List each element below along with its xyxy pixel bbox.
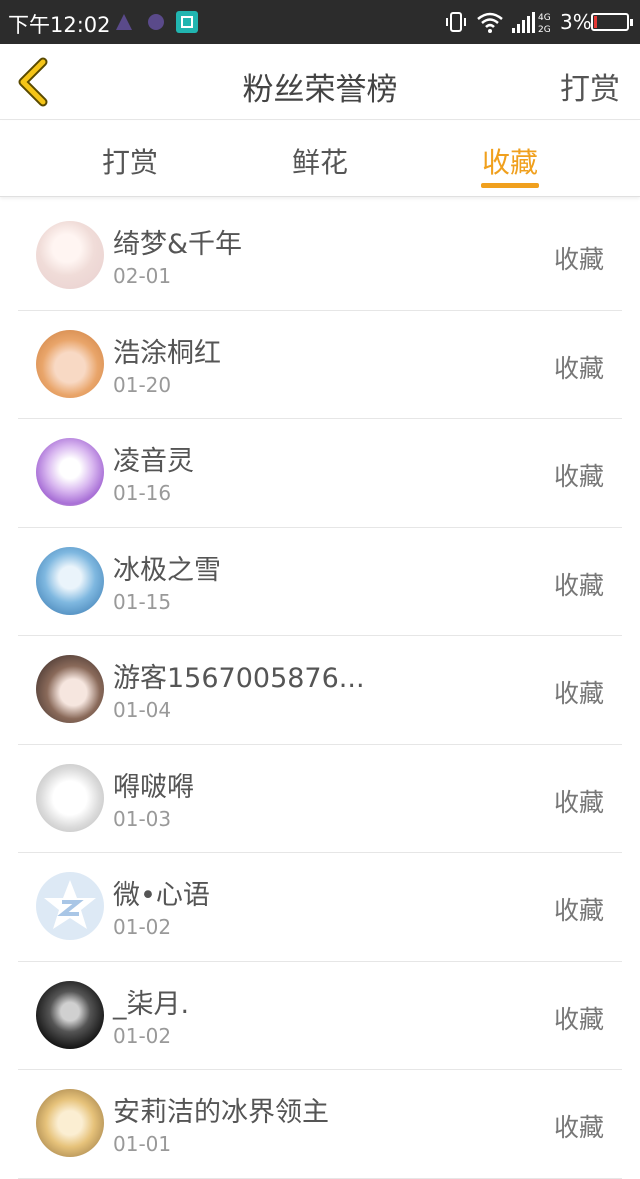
list-item[interactable]: 安莉洁的冰界领主 01-01 收藏 <box>18 1070 622 1179</box>
status-bar: 下午12:02 4G 2G 3% <box>0 0 640 44</box>
network-label: 4G <box>538 13 551 23</box>
fan-name: 游客1567005876... <box>113 663 365 694</box>
fan-name: 绮梦&千年 <box>113 229 243 260</box>
avatar <box>36 1089 104 1157</box>
avatar <box>36 980 104 1049</box>
fan-action: 收藏 <box>553 679 604 708</box>
tab-bar: 打赏 鲜花 收藏 <box>0 121 640 197</box>
fan-date: 01-01 <box>113 1132 172 1156</box>
list-item[interactable]: 凌音灵 01-16 收藏 <box>18 419 622 528</box>
fan-action: 收藏 <box>553 462 604 491</box>
fan-name: 嘚啵嘚 <box>113 771 194 803</box>
fan-name: 冰极之雪 <box>113 554 221 586</box>
fan-action: 收藏 <box>553 787 604 817</box>
fan-date: 01-04 <box>113 698 172 722</box>
fan-action: 收藏 <box>553 1113 604 1142</box>
fan-date: 01-03 <box>113 806 172 831</box>
screenshot-icon <box>176 11 198 33</box>
tab-favorites[interactable]: 收藏 <box>450 141 570 181</box>
active-tab-indicator <box>481 183 539 188</box>
app-icon <box>148 14 164 30</box>
fan-action: 收藏 <box>553 1004 604 1034</box>
fan-name: 凌音灵 <box>113 446 194 477</box>
wifi-icon <box>477 12 503 33</box>
fan-action: 收藏 <box>553 353 604 383</box>
avatar <box>36 763 104 832</box>
status-time: 下午12:02 <box>8 13 111 37</box>
avatar <box>36 329 104 398</box>
fan-name: 微•心语 <box>113 880 210 911</box>
battery-percent: 3% <box>560 10 592 34</box>
signal-icon: 4G 2G <box>512 12 551 34</box>
avatar <box>36 655 104 723</box>
fan-date: 01-15 <box>113 589 172 614</box>
fan-name: _柒月. <box>113 988 190 1020</box>
fan-date: 01-02 <box>113 915 172 939</box>
reward-button[interactable]: 打赏 <box>560 64 620 108</box>
avatar <box>36 546 104 615</box>
vibrate-icon <box>446 12 466 32</box>
list-item[interactable]: 微•心语 01-02 收藏 <box>18 853 622 962</box>
battery-icon <box>591 13 633 31</box>
default-avatar-star-icon <box>44 880 96 929</box>
tab-flowers[interactable]: 鲜花 <box>260 141 380 181</box>
list-item[interactable]: 冰极之雪 01-15 收藏 <box>18 528 622 636</box>
avatar <box>36 872 104 940</box>
network-label-2: 2G <box>538 25 551 34</box>
fan-date: 01-02 <box>113 1023 172 1048</box>
avatar <box>36 221 104 289</box>
tab-reward[interactable]: 打赏 <box>70 141 190 181</box>
list-item[interactable]: 绮梦&千年 02-01 收藏 <box>18 202 622 311</box>
app-header: 粉丝荣誉榜 打赏 <box>0 44 640 120</box>
list-item[interactable]: 游客1567005876... 01-04 收藏 <box>18 636 622 745</box>
fan-date: 01-16 <box>113 481 172 505</box>
fan-action: 收藏 <box>553 570 604 600</box>
page-title: 粉丝荣誉榜 <box>242 72 398 108</box>
list-item[interactable]: _柒月. 01-02 收藏 <box>18 962 622 1070</box>
notification-icon <box>116 14 132 30</box>
fan-name: 浩涂桐红 <box>113 337 221 369</box>
list-item[interactable]: 浩涂桐红 01-20 收藏 <box>18 311 622 419</box>
fan-action: 收藏 <box>553 896 604 925</box>
avatar <box>36 438 104 506</box>
fan-action: 收藏 <box>553 245 604 274</box>
fan-name: 安莉洁的冰界领主 <box>113 1097 329 1128</box>
fan-date: 02-01 <box>113 264 172 288</box>
fan-date: 01-20 <box>113 372 172 397</box>
list-item[interactable]: 嘚啵嘚 01-03 收藏 <box>18 745 622 853</box>
fan-list: 绮梦&千年 02-01 收藏 浩涂桐红 01-20 收藏 凌音灵 01-16 收… <box>18 202 622 1179</box>
